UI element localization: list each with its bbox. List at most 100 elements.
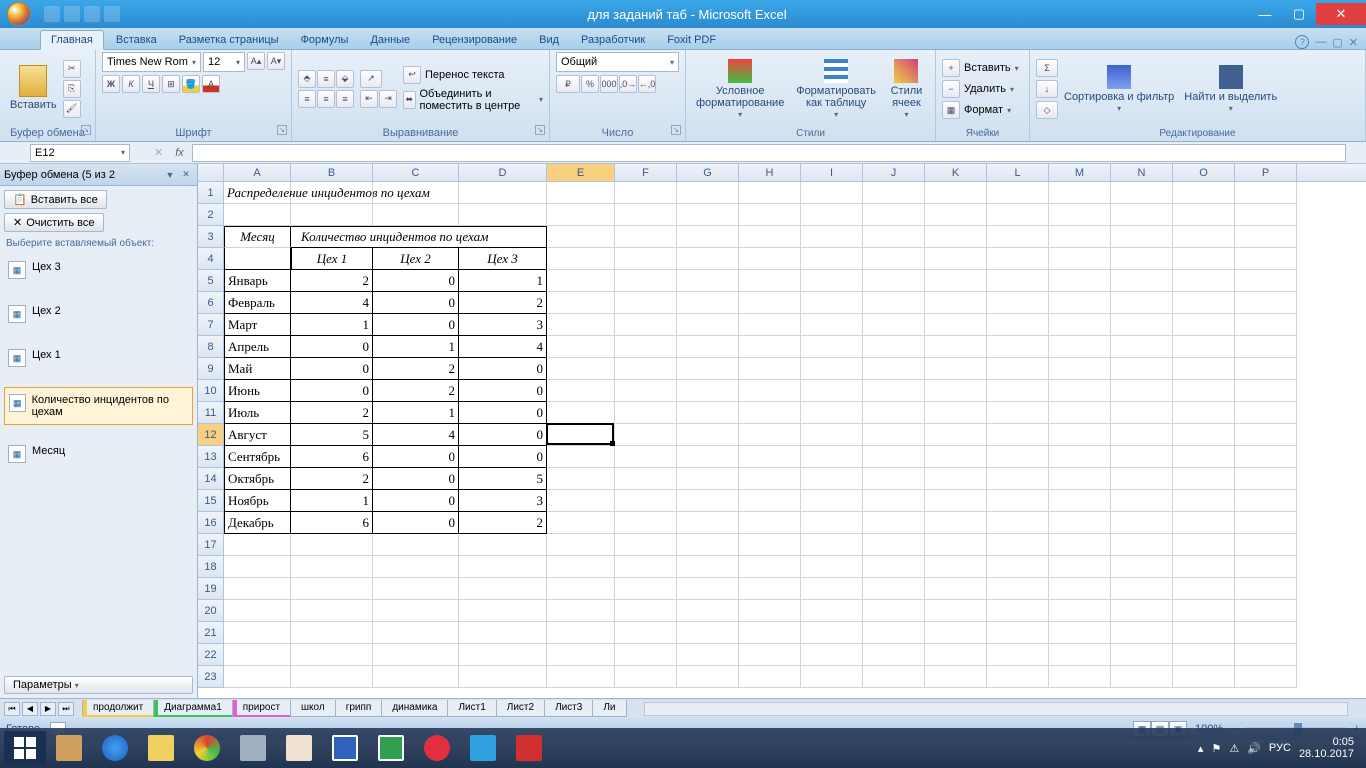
ribbon-tab[interactable]: Формулы [291, 31, 359, 49]
cell[interactable] [863, 600, 925, 622]
cell[interactable] [615, 644, 677, 666]
insert-cells-button[interactable]: +Вставить▾ [942, 59, 1019, 77]
cell[interactable] [801, 424, 863, 446]
cell[interactable] [925, 556, 987, 578]
cell[interactable]: 5 [291, 424, 373, 446]
sheet-prev-icon[interactable]: ◀ [22, 702, 38, 716]
font-family-combo[interactable]: Times New Rom▾ [102, 52, 201, 72]
qat-undo-icon[interactable] [64, 6, 80, 22]
close-pane-icon[interactable]: ✕ [179, 168, 193, 182]
cell[interactable] [1235, 446, 1297, 468]
increase-decimal-icon[interactable]: ,0→ [619, 75, 637, 93]
cell[interactable]: Цех 3 [459, 248, 547, 270]
cell[interactable] [739, 424, 801, 446]
cell[interactable] [1235, 204, 1297, 226]
cell[interactable] [863, 424, 925, 446]
row-header[interactable]: 9 [198, 358, 224, 380]
cell[interactable] [863, 666, 925, 688]
cell[interactable] [925, 248, 987, 270]
cell[interactable] [547, 666, 615, 688]
cell[interactable] [801, 490, 863, 512]
cell[interactable] [987, 666, 1049, 688]
cell[interactable] [459, 556, 547, 578]
cell[interactable] [1235, 358, 1297, 380]
cell[interactable] [987, 490, 1049, 512]
cell[interactable] [739, 402, 801, 424]
cell[interactable] [615, 534, 677, 556]
cell[interactable] [925, 380, 987, 402]
cell[interactable] [547, 358, 615, 380]
cell[interactable] [291, 622, 373, 644]
align-middle-icon[interactable]: ≡ [317, 70, 335, 88]
cell[interactable] [1049, 380, 1111, 402]
cell[interactable] [987, 314, 1049, 336]
column-header[interactable]: M [1049, 164, 1111, 181]
cell[interactable] [863, 270, 925, 292]
cell[interactable]: 0 [373, 270, 459, 292]
clipboard-item[interactable]: ▦Цех 3 [4, 255, 193, 285]
sheet-tab[interactable]: Лист3 [544, 700, 593, 717]
maximize-button[interactable]: ▢ [1282, 3, 1316, 25]
cell[interactable] [615, 666, 677, 688]
cell[interactable] [1049, 314, 1111, 336]
clear-icon[interactable]: ◇ [1036, 101, 1058, 119]
cell[interactable] [615, 380, 677, 402]
cell[interactable] [677, 622, 739, 644]
cell[interactable] [863, 248, 925, 270]
tray-up-icon[interactable]: ▴ [1198, 742, 1204, 755]
cell[interactable] [1049, 358, 1111, 380]
row-header[interactable]: 18 [198, 556, 224, 578]
sheet-tab[interactable]: Диаграмма1 [153, 700, 233, 717]
cell[interactable] [1111, 402, 1173, 424]
cell[interactable] [1049, 446, 1111, 468]
cell[interactable] [1049, 182, 1111, 204]
select-all-corner[interactable] [198, 164, 224, 181]
sheet-tab[interactable]: динамика [381, 700, 448, 717]
cell[interactable] [1173, 248, 1235, 270]
cell[interactable] [677, 666, 739, 688]
cell[interactable] [863, 380, 925, 402]
format-painter-icon[interactable]: 🖌 [63, 100, 81, 118]
cell[interactable] [1111, 314, 1173, 336]
dialog-launcher-icon[interactable]: ↘ [81, 125, 91, 135]
cell[interactable]: Декабрь [224, 512, 291, 534]
column-header[interactable]: N [1111, 164, 1173, 181]
cell[interactable]: Июнь [224, 380, 291, 402]
cell[interactable] [739, 248, 801, 270]
help-icon[interactable]: ? [1295, 35, 1309, 49]
cell[interactable]: 0 [459, 402, 547, 424]
formula-input[interactable] [192, 144, 1346, 162]
cell[interactable]: Октябрь [224, 468, 291, 490]
row-header[interactable]: 21 [198, 622, 224, 644]
cell[interactable] [1173, 556, 1235, 578]
task-word-icon[interactable] [324, 731, 366, 765]
cell[interactable] [1173, 226, 1235, 248]
cell[interactable] [987, 512, 1049, 534]
format-cells-button[interactable]: ▦Формат▾ [942, 101, 1019, 119]
copy-icon[interactable]: ⎘ [63, 80, 81, 98]
tray-flag-icon[interactable]: ⚑ [1211, 742, 1221, 755]
cell[interactable] [863, 622, 925, 644]
task-paint-icon[interactable] [278, 731, 320, 765]
cell[interactable] [801, 534, 863, 556]
cell[interactable] [1235, 424, 1297, 446]
clipboard-item[interactable]: ▦Количество инцидентов по цехам [4, 387, 193, 425]
cell[interactable] [739, 490, 801, 512]
cell[interactable] [547, 622, 615, 644]
cell[interactable] [863, 402, 925, 424]
cell[interactable] [739, 292, 801, 314]
cell[interactable] [863, 512, 925, 534]
column-header[interactable]: F [615, 164, 677, 181]
cell[interactable] [677, 204, 739, 226]
cell[interactable] [224, 578, 291, 600]
sheet-tab[interactable]: школ [290, 700, 336, 717]
cell[interactable] [739, 226, 801, 248]
cell[interactable] [1173, 270, 1235, 292]
cell[interactable] [547, 270, 615, 292]
cell[interactable] [1173, 314, 1235, 336]
cell[interactable] [1049, 534, 1111, 556]
cell[interactable] [1111, 424, 1173, 446]
underline-button[interactable]: Ч [142, 75, 160, 93]
cell[interactable] [1235, 622, 1297, 644]
cell[interactable] [739, 666, 801, 688]
